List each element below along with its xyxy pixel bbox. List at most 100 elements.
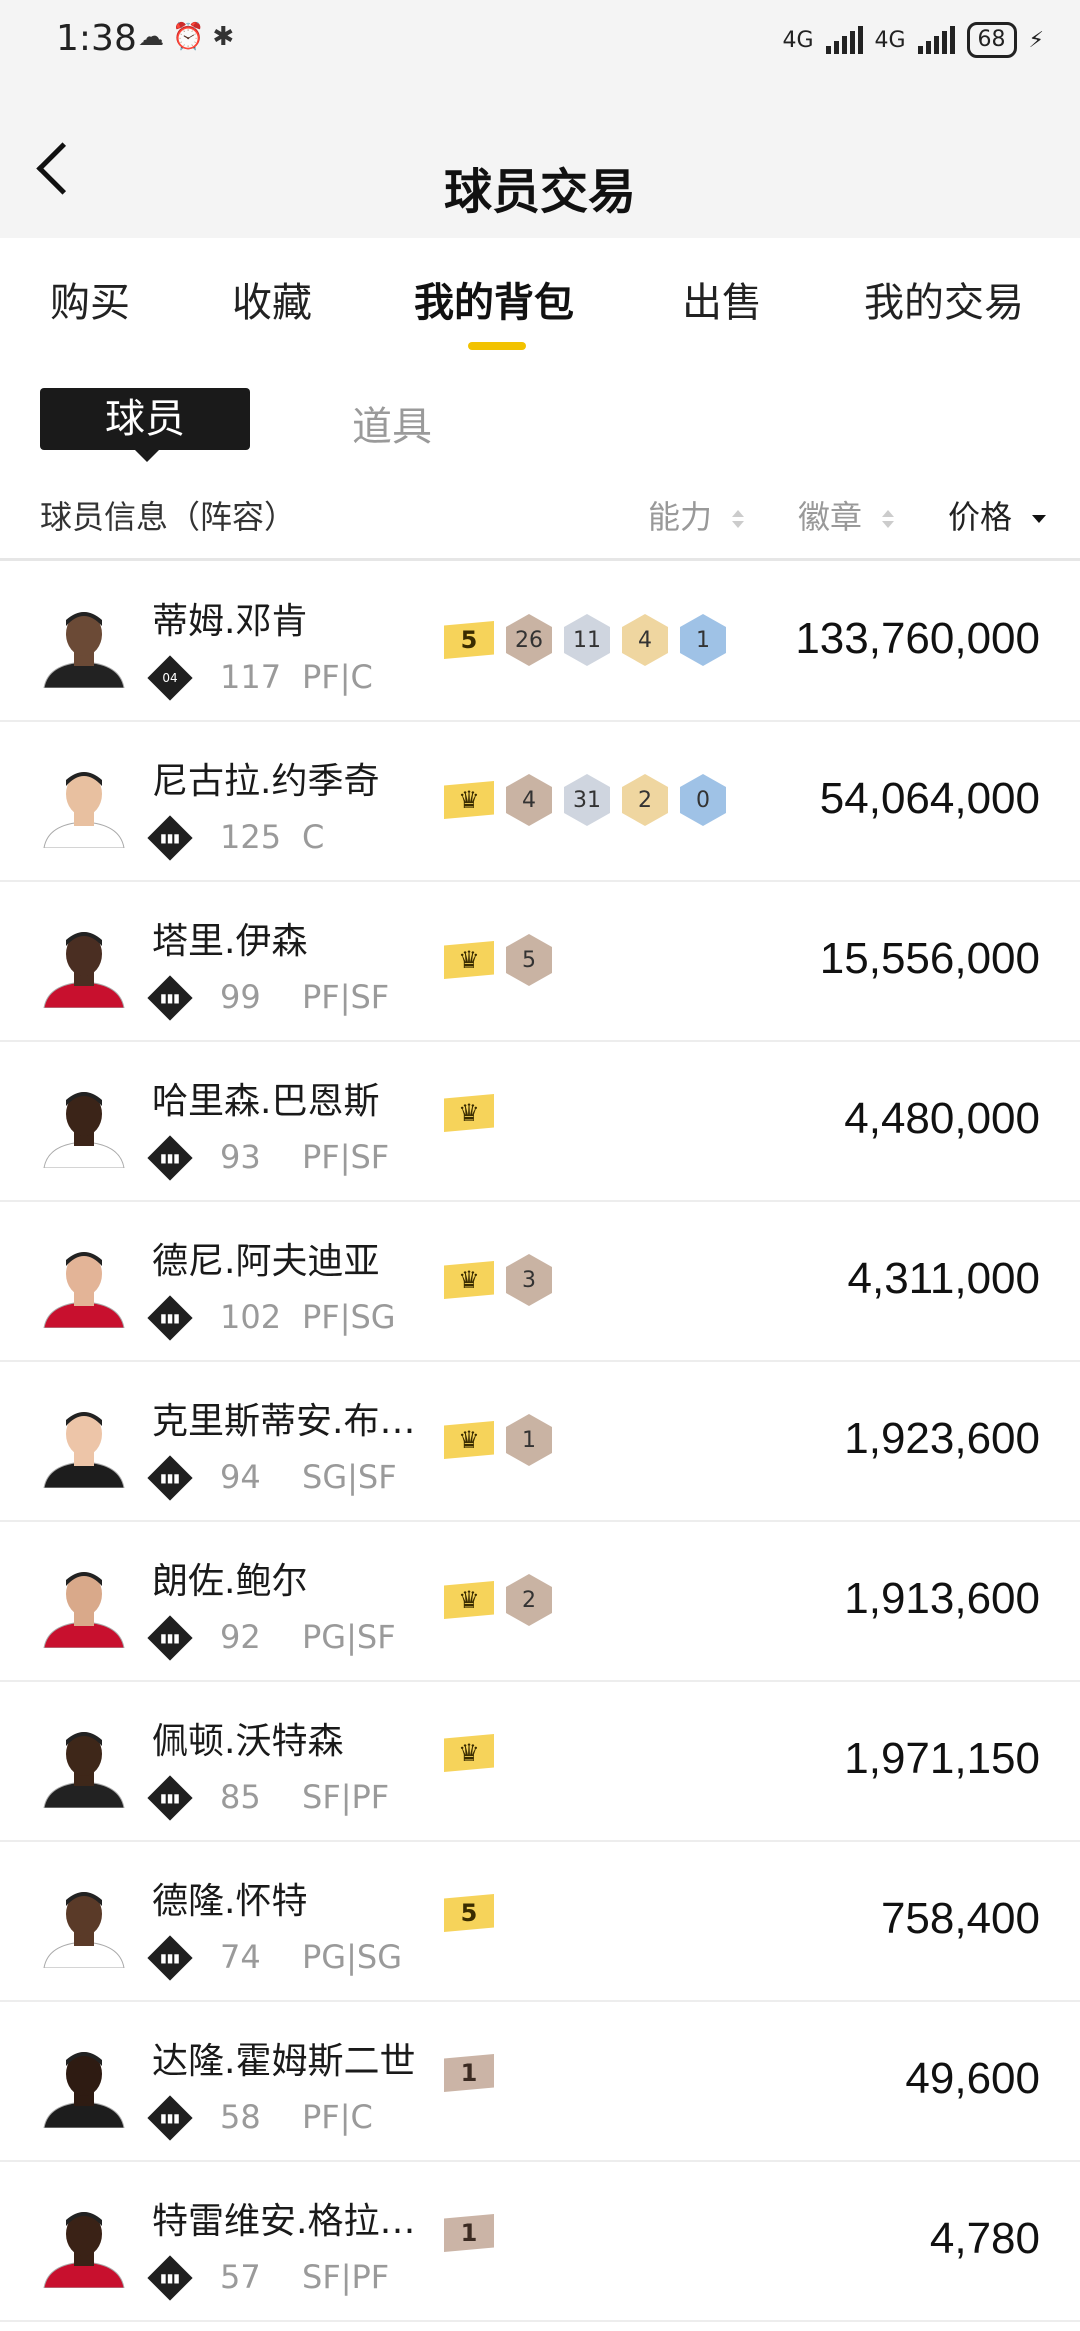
lineup-level-label: ▮▮▮ [160,1631,180,1645]
player-rating: 125 [220,818,282,856]
sort-icon [882,510,895,528]
network-label-1: 4G [782,27,814,53]
column-price[interactable]: 价格 [948,492,1048,538]
crown-tier-icon: ♛ [444,1261,494,1299]
tab-sell[interactable]: 出售 [682,270,762,328]
subtab-players[interactable]: 球员 [40,388,250,462]
sub-tabs: 球员 道具 [0,388,1080,462]
badge-count: 0 [680,774,726,826]
network-label-2: 4G [874,27,906,53]
lineup-level-icon: ▮▮▮ [147,815,193,861]
tab-favorites[interactable]: 收藏 [232,270,312,328]
player-row[interactable]: 特雷维安.格拉… ▮▮▮ 57 SF|PF 1 4,780 [0,2162,1080,2322]
player-row[interactable]: 佩顿.沃特森 ▮▮▮ 85 SF|PF ♛ 1,971,150 [0,1682,1080,1842]
active-tab-indicator [468,342,526,350]
tier-badge: 5 [444,621,494,659]
player-avatar [40,918,128,1008]
badge-count: 11 [564,614,610,666]
player-row[interactable]: 朗佐.鲍尔 ▮▮▮ 92 PG|SF ♛ 2 1,913,600 [0,1522,1080,1682]
player-rating: 99 [220,978,261,1016]
lineup-level-label: ▮▮▮ [160,1471,180,1485]
player-price: 1,913,600 [844,1574,1040,1623]
player-rating: 85 [220,1778,261,1816]
column-badge-label: 徽章 [798,498,863,536]
player-price: 133,760,000 [795,614,1040,663]
badge-count: 2 [506,1574,552,1626]
lineup-level-icon: 04 [147,655,193,701]
page-title: 球员交易 [443,164,636,220]
tab-buy[interactable]: 购买 [50,270,130,328]
status-time: 1:38 [56,18,137,59]
lineup-level-icon: ▮▮▮ [147,2095,193,2141]
tab-my-backpack[interactable]: 我的背包 [414,270,574,328]
player-avatar [40,1718,128,1808]
badge-count: 4 [506,774,552,826]
sort-icon [732,510,745,528]
badge-count: 2 [622,774,668,826]
crown-tier-icon: ♛ [444,1094,494,1132]
battery-level: 68 [977,27,1006,52]
tab-my-trades[interactable]: 我的交易 [864,270,1024,328]
lineup-level-icon: ▮▮▮ [147,2255,193,2301]
player-row[interactable]: 尼古拉.约季奇 ▮▮▮ 125 C ♛ 4 31 2 0 54,064,000 [0,722,1080,882]
lineup-level-label: ▮▮▮ [160,1311,180,1325]
player-avatar [40,1078,128,1168]
player-row[interactable]: 达隆.霍姆斯二世 ▮▮▮ 58 PF|C 1 49,600 [0,2002,1080,2162]
player-rating: 92 [220,1618,261,1656]
tier-badge: 1 [444,2054,494,2092]
lineup-level-label: ▮▮▮ [160,1791,180,1805]
status-icons: ☁ ⏰ ✱ [138,22,234,52]
player-row[interactable]: 克里斯蒂安.布… ▮▮▮ 94 SG|SF ♛ 1 1,923,600 [0,1362,1080,1522]
player-avatar [40,598,128,688]
player-row[interactable]: 德尼.阿夫迪亚 ▮▮▮ 102 PF|SG ♛ 3 4,311,000 [0,1202,1080,1362]
player-avatar [40,2038,128,2128]
player-rating: 117 [220,658,282,696]
player-position: PF|SF [302,1138,390,1176]
player-position: PF|SG [302,1298,396,1336]
lineup-level-label: ▮▮▮ [160,831,180,845]
player-rating: 94 [220,1458,261,1496]
player-avatar [40,1558,128,1648]
player-name: 尼古拉.约季奇 [152,761,380,802]
player-position: PF|C [302,2098,373,2136]
charging-icon: ⚡ [1028,27,1044,53]
badge-count: 1 [506,1414,552,1466]
badge-group: ♛ 2 [444,1574,552,1626]
column-ability-label: 能力 [648,498,713,536]
player-price: 4,311,000 [847,1254,1040,1303]
player-price: 54,064,000 [819,774,1040,823]
player-rating: 74 [220,1938,261,1976]
player-row[interactable]: 哈里森.巴恩斯 ▮▮▮ 93 PF|SF ♛ 4,480,000 [0,1042,1080,1202]
player-position: SF|PF [302,2258,390,2296]
tier-badge: 5 [444,1894,494,1932]
alarm-icon: ⏰ [172,22,205,52]
player-name: 特雷维安.格拉… [152,2201,416,2242]
lineup-level-icon: ▮▮▮ [147,1775,193,1821]
column-player-info: 球员信息（阵容） [40,498,297,536]
badge-group: ♛ 1 [444,1414,552,1466]
lineup-level-icon: ▮▮▮ [147,1935,193,1981]
player-rating: 102 [220,1298,282,1336]
badge-group: 5 [444,1894,494,1932]
badge-count: 31 [564,774,610,826]
column-ability[interactable]: 能力 [648,492,746,538]
status-right: 4G 4G 68 ⚡ [782,22,1044,58]
player-name: 德隆.怀特 [152,1881,308,1922]
player-position: SF|PF [302,1778,390,1816]
badge-group: ♛ [444,1734,494,1772]
crown-tier-icon: ♛ [444,1421,494,1459]
badge-count: 26 [506,614,552,666]
player-row[interactable]: 塔里.伊森 ▮▮▮ 99 PF|SF ♛ 5 15,556,000 [0,882,1080,1042]
lineup-level-label: ▮▮▮ [160,1951,180,1965]
lineup-level-label: ▮▮▮ [160,2271,180,2285]
player-avatar [40,758,128,848]
main-tabs: 购买 收藏 我的背包 出售 我的交易 [0,238,1080,358]
subtab-items[interactable]: 道具 [352,394,432,452]
player-rating: 58 [220,2098,261,2136]
player-row[interactable]: 蒂姆.邓肯 04 117 PF|C 5 26 11 4 1 133,760,000 [0,562,1080,722]
column-badge[interactable]: 徽章 [798,492,896,538]
player-position: PF|C [302,658,373,696]
header-divider [0,558,1080,561]
lineup-level-label: ▮▮▮ [160,1151,180,1165]
player-row[interactable]: 德隆.怀特 ▮▮▮ 74 PG|SG 5 758,400 [0,1842,1080,2002]
